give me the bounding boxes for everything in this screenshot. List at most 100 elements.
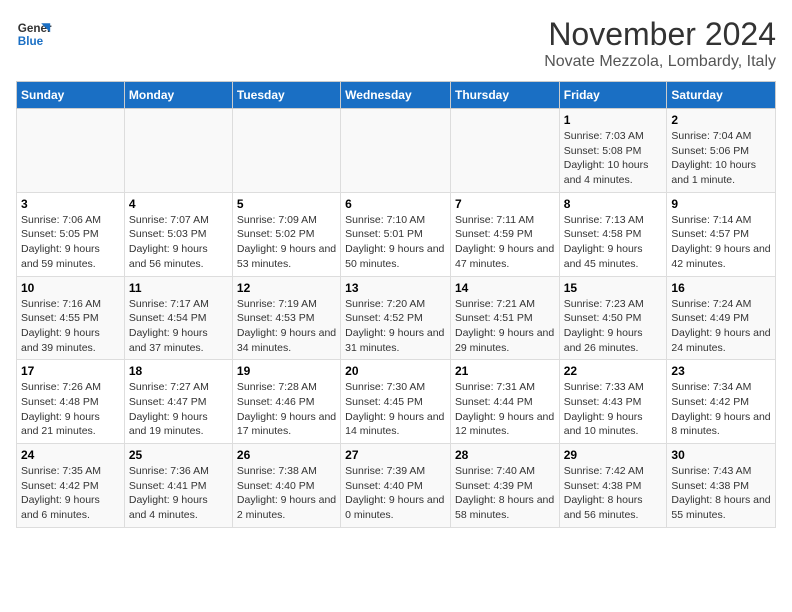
calendar-cell: 29 Sunrise: 7:42 AM Sunset: 4:38 PM Dayli… (559, 444, 667, 528)
location-title: Novate Mezzola, Lombardy, Italy (544, 53, 776, 71)
calendar-cell: 11Sunrise: 7:17 AM Sunset: 4:54 PM Dayli… (124, 276, 232, 360)
day-number: 2 (671, 113, 771, 127)
calendar-cell: 21Sunrise: 7:31 AM Sunset: 4:44 PM Dayli… (450, 360, 559, 444)
day-info: Sunrise: 7:38 AM Sunset: 4:40 PM Dayligh… (237, 464, 336, 523)
day-info: Sunrise: 7:06 AM Sunset: 5:05 PM Dayligh… (21, 213, 120, 272)
day-info: Sunrise: 7:11 AM Sunset: 4:59 PM Dayligh… (455, 213, 555, 272)
day-number: 16 (671, 281, 771, 295)
day-info: Sunrise: 7:10 AM Sunset: 5:01 PM Dayligh… (345, 213, 446, 272)
day-info: Sunrise: 7:36 AM Sunset: 4:41 PM Dayligh… (129, 464, 228, 523)
day-number: 19 (237, 364, 336, 378)
day-info: Sunrise: 7:07 AM Sunset: 5:03 PM Dayligh… (129, 213, 228, 272)
day-number: 1 (564, 113, 663, 127)
day-number: 5 (237, 197, 336, 211)
calendar-cell: 23 Sunrise: 7:34 AM Sunset: 4:42 PM Dayli… (667, 360, 776, 444)
day-info: Sunrise: 7:27 AM Sunset: 4:47 PM Dayligh… (129, 380, 228, 439)
day-info: Sunrise: 7:03 AM Sunset: 5:08 PM Dayligh… (564, 129, 663, 188)
title-area: November 2024 Novate Mezzola, Lombardy, … (544, 16, 776, 71)
calendar-cell: 7Sunrise: 7:11 AM Sunset: 4:59 PM Daylig… (450, 192, 559, 276)
day-number: 24 (21, 448, 120, 462)
calendar-cell: 2 Sunrise: 7:04 AM Sunset: 5:06 PM Daylig… (667, 109, 776, 193)
calendar-cell: 10 Sunrise: 7:16 AM Sunset: 4:55 PM Dayli… (17, 276, 125, 360)
day-number: 13 (345, 281, 446, 295)
day-number: 9 (671, 197, 771, 211)
day-number: 22 (564, 364, 663, 378)
calendar-cell: 19 Sunrise: 7:28 AM Sunset: 4:46 PM Dayli… (232, 360, 340, 444)
day-number: 17 (21, 364, 120, 378)
calendar-cell: 8 Sunrise: 7:13 AM Sunset: 4:58 PM Daylig… (559, 192, 667, 276)
calendar-cell: 27 Sunrise: 7:39 AM Sunset: 4:40 PM Dayli… (341, 444, 451, 528)
day-info: Sunrise: 7:04 AM Sunset: 5:06 PM Dayligh… (671, 129, 771, 188)
day-info: Sunrise: 7:35 AM Sunset: 4:42 PM Dayligh… (21, 464, 120, 523)
calendar-cell: 12 Sunrise: 7:19 AM Sunset: 4:53 PM Dayli… (232, 276, 340, 360)
day-number: 26 (237, 448, 336, 462)
calendar-cell: 13 Sunrise: 7:20 AM Sunset: 4:52 PM Dayli… (341, 276, 451, 360)
day-info: Sunrise: 7:09 AM Sunset: 5:02 PM Dayligh… (237, 213, 336, 272)
day-info: Sunrise: 7:31 AM Sunset: 4:44 PM Dayligh… (455, 380, 555, 439)
svg-text:Blue: Blue (18, 35, 44, 48)
day-info: Sunrise: 7:13 AM Sunset: 4:58 PM Dayligh… (564, 213, 663, 272)
calendar-cell: 24 Sunrise: 7:35 AM Sunset: 4:42 PM Dayli… (17, 444, 125, 528)
calendar-cell (232, 109, 340, 193)
day-info: Sunrise: 7:23 AM Sunset: 4:50 PM Dayligh… (564, 297, 663, 356)
calendar-cell (17, 109, 125, 193)
day-number: 8 (564, 197, 663, 211)
calendar-table: SundayMondayTuesdayWednesdayThursdayFrid… (16, 81, 776, 528)
calendar-cell: 20Sunrise: 7:30 AM Sunset: 4:45 PM Dayli… (341, 360, 451, 444)
day-info: Sunrise: 7:24 AM Sunset: 4:49 PM Dayligh… (671, 297, 771, 356)
weekday-header-row: SundayMondayTuesdayWednesdayThursdayFrid… (17, 82, 776, 109)
day-info: Sunrise: 7:42 AM Sunset: 4:38 PM Dayligh… (564, 464, 663, 523)
calendar-cell (341, 109, 451, 193)
week-row-2: 3 Sunrise: 7:06 AM Sunset: 5:05 PM Daylig… (17, 192, 776, 276)
calendar-cell (124, 109, 232, 193)
day-info: Sunrise: 7:19 AM Sunset: 4:53 PM Dayligh… (237, 297, 336, 356)
day-number: 25 (129, 448, 228, 462)
day-info: Sunrise: 7:33 AM Sunset: 4:43 PM Dayligh… (564, 380, 663, 439)
calendar-cell: 6 Sunrise: 7:10 AM Sunset: 5:01 PM Daylig… (341, 192, 451, 276)
day-number: 3 (21, 197, 120, 211)
weekday-header-sunday: Sunday (17, 82, 125, 109)
week-row-1: 1 Sunrise: 7:03 AM Sunset: 5:08 PM Daylig… (17, 109, 776, 193)
day-number: 23 (671, 364, 771, 378)
day-info: Sunrise: 7:40 AM Sunset: 4:39 PM Dayligh… (455, 464, 555, 523)
week-row-5: 24 Sunrise: 7:35 AM Sunset: 4:42 PM Dayli… (17, 444, 776, 528)
calendar-cell: 17 Sunrise: 7:26 AM Sunset: 4:48 PM Dayli… (17, 360, 125, 444)
day-info: Sunrise: 7:21 AM Sunset: 4:51 PM Dayligh… (455, 297, 555, 356)
day-number: 6 (345, 197, 446, 211)
day-info: Sunrise: 7:43 AM Sunset: 4:38 PM Dayligh… (671, 464, 771, 523)
day-info: Sunrise: 7:20 AM Sunset: 4:52 PM Dayligh… (345, 297, 446, 356)
weekday-header-thursday: Thursday (450, 82, 559, 109)
day-number: 14 (455, 281, 555, 295)
day-number: 18 (129, 364, 228, 378)
day-info: Sunrise: 7:16 AM Sunset: 4:55 PM Dayligh… (21, 297, 120, 356)
calendar-cell: 30Sunrise: 7:43 AM Sunset: 4:38 PM Dayli… (667, 444, 776, 528)
day-info: Sunrise: 7:28 AM Sunset: 4:46 PM Dayligh… (237, 380, 336, 439)
day-number: 29 (564, 448, 663, 462)
day-info: Sunrise: 7:14 AM Sunset: 4:57 PM Dayligh… (671, 213, 771, 272)
calendar-cell: 4 Sunrise: 7:07 AM Sunset: 5:03 PM Daylig… (124, 192, 232, 276)
day-number: 12 (237, 281, 336, 295)
weekday-header-friday: Friday (559, 82, 667, 109)
calendar-cell (450, 109, 559, 193)
calendar-cell: 28 Sunrise: 7:40 AM Sunset: 4:39 PM Dayli… (450, 444, 559, 528)
calendar-cell: 9 Sunrise: 7:14 AM Sunset: 4:57 PM Daylig… (667, 192, 776, 276)
week-row-4: 17 Sunrise: 7:26 AM Sunset: 4:48 PM Dayli… (17, 360, 776, 444)
day-number: 28 (455, 448, 555, 462)
calendar-cell: 18 Sunrise: 7:27 AM Sunset: 4:47 PM Dayli… (124, 360, 232, 444)
day-number: 10 (21, 281, 120, 295)
week-row-3: 10 Sunrise: 7:16 AM Sunset: 4:55 PM Dayli… (17, 276, 776, 360)
day-number: 4 (129, 197, 228, 211)
day-number: 27 (345, 448, 446, 462)
calendar-cell: 15Sunrise: 7:23 AM Sunset: 4:50 PM Dayli… (559, 276, 667, 360)
calendar-body: 1 Sunrise: 7:03 AM Sunset: 5:08 PM Daylig… (17, 109, 776, 528)
calendar-cell: 14 Sunrise: 7:21 AM Sunset: 4:51 PM Dayli… (450, 276, 559, 360)
day-info: Sunrise: 7:34 AM Sunset: 4:42 PM Dayligh… (671, 380, 771, 439)
calendar-header: SundayMondayTuesdayWednesdayThursdayFrid… (17, 82, 776, 109)
day-info: Sunrise: 7:26 AM Sunset: 4:48 PM Dayligh… (21, 380, 120, 439)
day-info: Sunrise: 7:39 AM Sunset: 4:40 PM Dayligh… (345, 464, 446, 523)
month-title: November 2024 (544, 16, 776, 53)
header: General Blue November 2024 Novate Mezzol… (16, 16, 776, 71)
weekday-header-monday: Monday (124, 82, 232, 109)
calendar-cell: 1 Sunrise: 7:03 AM Sunset: 5:08 PM Daylig… (559, 109, 667, 193)
logo: General Blue (16, 16, 52, 52)
